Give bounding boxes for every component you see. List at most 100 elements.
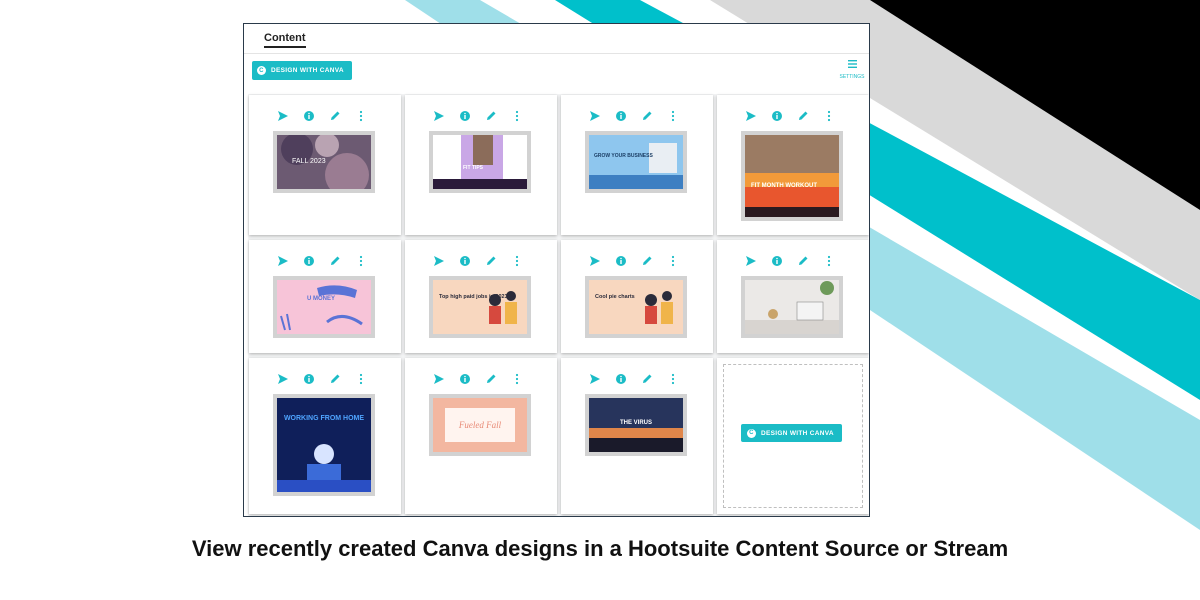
design-title: THE VIRUS <box>620 420 652 426</box>
card-actions <box>277 109 367 122</box>
design-thumbnail[interactable]: THE VIRUS <box>585 394 687 456</box>
design-grid: FALL 2023 FIT TIPS GROW YOUR BUSINESS FI… <box>248 94 869 516</box>
card-actions <box>589 254 679 267</box>
design-title: Cool pie charts <box>595 294 635 300</box>
design-card: Fueled Fall <box>405 358 557 514</box>
more-icon[interactable] <box>667 372 679 385</box>
card-actions <box>589 109 679 122</box>
send-icon[interactable] <box>589 109 601 121</box>
card-actions <box>433 254 523 267</box>
info-icon[interactable] <box>303 372 315 384</box>
design-thumbnail[interactable]: WORKING FROM HOME <box>273 394 375 496</box>
info-icon[interactable] <box>615 109 627 121</box>
design-card: WORKING FROM HOME <box>249 358 401 514</box>
design-card: FIT TIPS <box>405 95 557 235</box>
design-title: WORKING FROM HOME <box>284 415 364 422</box>
more-icon[interactable] <box>667 254 679 267</box>
canva-logo-icon: C <box>747 428 756 438</box>
design-with-canva-label: DESIGN WITH CANVA <box>271 67 344 74</box>
info-icon[interactable] <box>303 254 315 266</box>
info-icon[interactable] <box>771 109 783 121</box>
design-thumbnail[interactable] <box>741 276 843 338</box>
send-icon[interactable] <box>277 109 289 121</box>
toolbar: C DESIGN WITH CANVA SETTINGS <box>244 54 869 92</box>
design-card: Top high paid jobs in 2023 <box>405 240 557 353</box>
edit-icon[interactable] <box>329 109 341 121</box>
page-caption: View recently created Canva designs in a… <box>191 536 1009 561</box>
design-thumbnail[interactable]: GROW YOUR BUSINESS <box>585 131 687 193</box>
info-icon[interactable] <box>615 372 627 384</box>
design-card <box>717 240 869 353</box>
edit-icon[interactable] <box>797 109 809 121</box>
design-title: FIT TIPS <box>463 165 484 171</box>
card-actions <box>277 254 367 267</box>
design-title: FIT MONTH WORKOUT <box>751 183 817 189</box>
design-card: GROW YOUR BUSINESS <box>561 95 713 235</box>
card-actions <box>745 254 835 267</box>
design-with-canva-button[interactable]: C DESIGN WITH CANVA <box>252 61 352 80</box>
canva-logo-icon: C <box>257 66 266 75</box>
info-icon[interactable] <box>459 372 471 384</box>
more-icon[interactable] <box>511 254 523 267</box>
design-card: U MONEY <box>249 240 401 353</box>
tab-content[interactable]: Content <box>264 32 306 48</box>
card-actions <box>433 372 523 385</box>
design-title: FALL 2023 <box>292 158 326 165</box>
more-icon[interactable] <box>511 109 523 122</box>
info-icon[interactable] <box>771 254 783 266</box>
send-icon[interactable] <box>433 254 445 266</box>
info-icon[interactable] <box>459 254 471 266</box>
edit-icon[interactable] <box>485 254 497 266</box>
design-thumbnail[interactable]: FALL 2023 <box>273 131 375 193</box>
edit-icon[interactable] <box>641 372 653 384</box>
card-actions <box>433 109 523 122</box>
design-thumbnail[interactable]: FIT MONTH WORKOUT <box>741 131 843 221</box>
more-icon[interactable] <box>823 254 835 267</box>
more-icon[interactable] <box>667 109 679 122</box>
design-card: FALL 2023 <box>249 95 401 235</box>
design-thumbnail[interactable]: Fueled Fall <box>429 394 531 456</box>
settings-label: SETTINGS <box>839 74 865 80</box>
card-actions <box>589 372 679 385</box>
card-actions <box>277 372 367 385</box>
send-icon[interactable] <box>589 372 601 384</box>
send-icon[interactable] <box>433 372 445 384</box>
more-icon[interactable] <box>511 372 523 385</box>
new-design-card: C DESIGN WITH CANVA <box>717 358 869 514</box>
send-icon[interactable] <box>277 372 289 384</box>
send-icon[interactable] <box>745 254 757 266</box>
design-with-canva-button[interactable]: C DESIGN WITH CANVA <box>741 424 842 442</box>
design-card: FIT MONTH WORKOUT <box>717 95 869 235</box>
edit-icon[interactable] <box>641 254 653 266</box>
design-thumbnail[interactable]: Cool pie charts <box>585 276 687 338</box>
send-icon[interactable] <box>277 254 289 266</box>
design-thumbnail[interactable]: U MONEY <box>273 276 375 338</box>
design-thumbnail[interactable]: Top high paid jobs in 2023 <box>429 276 531 338</box>
info-icon[interactable] <box>615 254 627 266</box>
edit-icon[interactable] <box>329 254 341 266</box>
edit-icon[interactable] <box>485 372 497 384</box>
edit-icon[interactable] <box>797 254 809 266</box>
card-actions <box>745 109 835 122</box>
more-icon[interactable] <box>355 109 367 122</box>
edit-icon[interactable] <box>641 109 653 121</box>
info-icon[interactable] <box>459 109 471 121</box>
design-title: Fueled Fall <box>458 420 502 430</box>
menu-icon <box>847 60 857 68</box>
design-title: Top high paid jobs in 2023 <box>439 294 508 300</box>
info-icon[interactable] <box>303 109 315 121</box>
edit-icon[interactable] <box>485 109 497 121</box>
more-icon[interactable] <box>355 254 367 267</box>
edit-icon[interactable] <box>329 372 341 384</box>
more-icon[interactable] <box>355 372 367 385</box>
tab-bar: Content <box>244 24 869 54</box>
send-icon[interactable] <box>433 109 445 121</box>
content-window: Content C DESIGN WITH CANVA SETTINGS FAL… <box>243 23 870 517</box>
design-card: THE VIRUS <box>561 358 713 514</box>
more-icon[interactable] <box>823 109 835 122</box>
send-icon[interactable] <box>589 254 601 266</box>
send-icon[interactable] <box>745 109 757 121</box>
settings-button[interactable]: SETTINGS <box>837 60 867 80</box>
design-card: Cool pie charts <box>561 240 713 353</box>
design-thumbnail[interactable]: FIT TIPS <box>429 131 531 193</box>
